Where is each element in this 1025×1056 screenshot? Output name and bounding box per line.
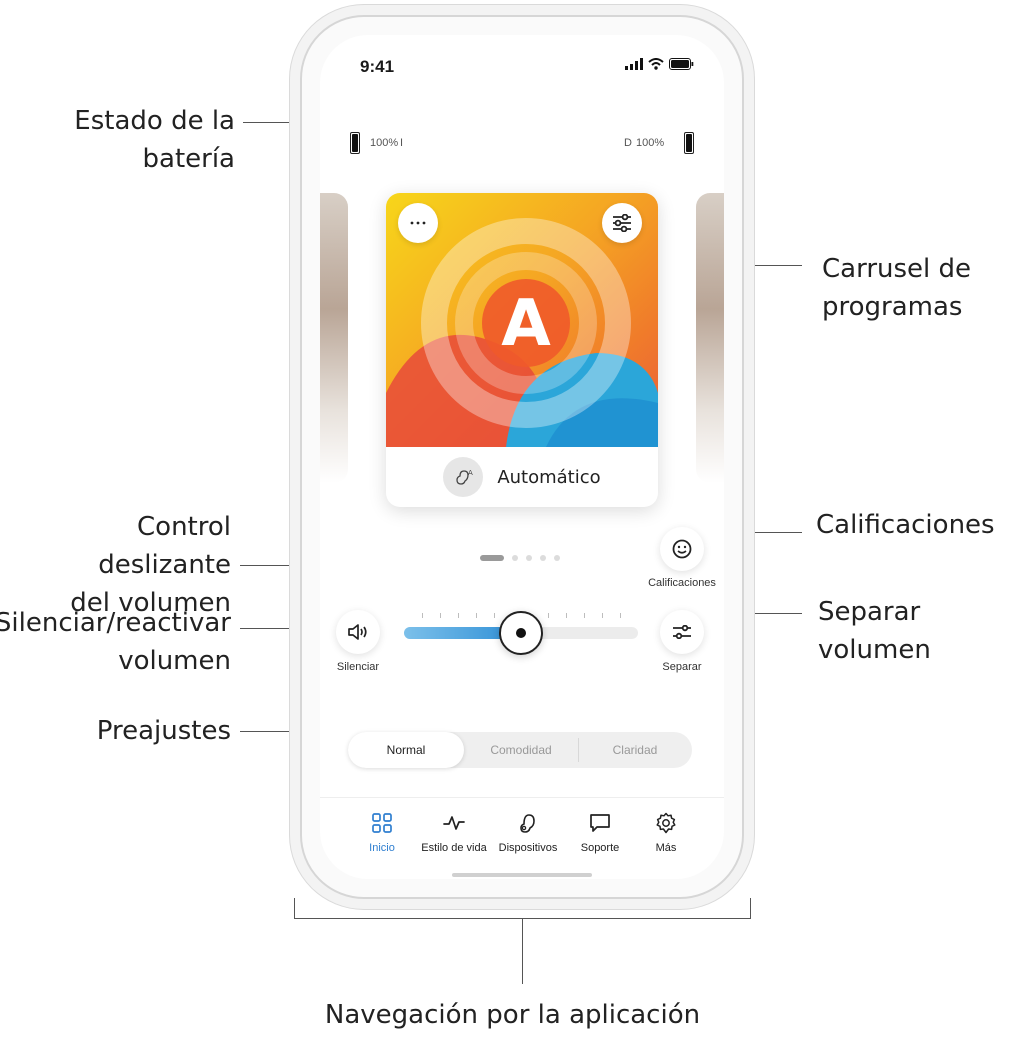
split-annotation: Separar volumen <box>818 597 931 665</box>
ratings-label: Calificaciones <box>648 577 716 589</box>
left-battery-icon <box>350 132 360 154</box>
speaker-icon <box>348 624 367 640</box>
gear-icon <box>656 812 676 834</box>
nav-bracket-left <box>294 898 295 919</box>
chat-icon <box>590 814 610 832</box>
right-battery-icon <box>684 132 694 154</box>
left-battery-value: 100% <box>370 137 399 149</box>
volume-tick <box>422 613 423 618</box>
pager-dot[interactable] <box>512 555 518 561</box>
volume-tick <box>458 613 459 618</box>
volume-tick <box>620 613 621 618</box>
nav-label-dispositivos: Dispositivos <box>498 842 558 854</box>
more-icon <box>410 221 426 225</box>
volume-tick <box>584 613 585 618</box>
preset-normal[interactable]: Normal <box>348 732 464 768</box>
nav-label-estilo-de-vida: Estilo de vida <box>421 842 487 854</box>
nav-label-inicio: Inicio <box>369 842 395 854</box>
preset-claridad[interactable]: Claridad <box>578 732 692 768</box>
volume-tick <box>566 613 567 618</box>
split-sliders-icon <box>673 625 691 639</box>
pager-dot[interactable] <box>540 555 546 561</box>
left-side-indicator: I <box>400 137 404 149</box>
pager-dot[interactable] <box>554 555 560 561</box>
ratings-button[interactable] <box>660 527 704 571</box>
program-label-row: A Automático <box>386 447 658 507</box>
pager-dot-active[interactable] <box>480 555 504 561</box>
more-options-button[interactable] <box>398 203 438 243</box>
phone-screen: 9:41 100% I D 100% A A Automático Califi… <box>320 35 724 879</box>
bottom-navigation: Inicio Estilo de vida Dispositivos Sopor… <box>320 797 724 879</box>
hearing-aid-program-icon: A <box>443 457 484 497</box>
status-bar: 9:41 <box>320 35 724 95</box>
presets-segmented-control: Normal Comodidad Claridad <box>348 732 692 768</box>
wifi-icon <box>648 58 664 70</box>
nav-bracket-right <box>750 898 751 919</box>
nav-item-dispositivos[interactable]: Dispositivos <box>488 810 568 854</box>
nav-item-estilo-de-vida[interactable]: Estilo de vida <box>414 810 494 854</box>
program-name: Automático <box>497 466 601 488</box>
carousel-next-card[interactable] <box>696 193 724 483</box>
sliders-icon <box>613 214 631 232</box>
volume-tick <box>494 613 495 618</box>
volume-tick <box>602 613 603 618</box>
right-battery-value: 100% <box>636 137 665 149</box>
mute-annotation: Silenciar/reactivar volumen <box>0 608 231 676</box>
grid-icon <box>372 813 392 833</box>
presets-annotation: Preajustes <box>96 716 231 746</box>
nav-item-inicio[interactable]: Inicio <box>342 810 422 854</box>
volume-tick <box>548 613 549 618</box>
split-volume-button[interactable] <box>660 610 704 654</box>
carousel-prev-card[interactable] <box>320 193 348 483</box>
navigation-annotation: Navegación por la aplicación <box>324 1000 701 1030</box>
phone-frame: 9:41 100% I D 100% A A Automático Califi… <box>300 15 744 899</box>
volume-tick <box>440 613 441 618</box>
activity-icon <box>443 816 465 830</box>
preset-comodidad[interactable]: Comodidad <box>464 732 578 768</box>
program-letter: A <box>501 287 551 361</box>
nav-bracket-stem <box>522 918 523 984</box>
mute-label: Silenciar <box>336 661 380 673</box>
carousel-pager <box>480 555 560 561</box>
svg-text:A: A <box>468 469 473 477</box>
nav-item-mas[interactable]: Más <box>626 810 706 854</box>
battery-status-row: 100% I D 100% <box>320 127 724 159</box>
carousel-annotation: Carrusel de programas <box>822 254 972 322</box>
program-card[interactable]: A A Automático <box>386 193 658 507</box>
split-label: Separar <box>662 661 702 673</box>
hearing-aid-icon <box>520 814 535 833</box>
ratings-annotation: Calificaciones <box>816 510 995 540</box>
volume-tick <box>476 613 477 618</box>
mute-button[interactable] <box>336 610 380 654</box>
right-side-indicator: D <box>624 137 632 149</box>
nav-label-mas: Más <box>655 842 677 854</box>
signal-icon <box>625 58 643 70</box>
volume-slider-knob[interactable] <box>499 611 543 655</box>
program-settings-button[interactable] <box>602 203 642 243</box>
status-icons <box>625 58 694 70</box>
pager-dot[interactable] <box>526 555 532 561</box>
battery-icon <box>669 58 694 70</box>
knob-center-dot <box>516 628 526 638</box>
home-indicator <box>452 873 592 877</box>
battery-annotation: Estado de la batería <box>74 106 235 174</box>
status-time: 9:41 <box>360 57 395 76</box>
smiley-icon <box>672 539 692 559</box>
